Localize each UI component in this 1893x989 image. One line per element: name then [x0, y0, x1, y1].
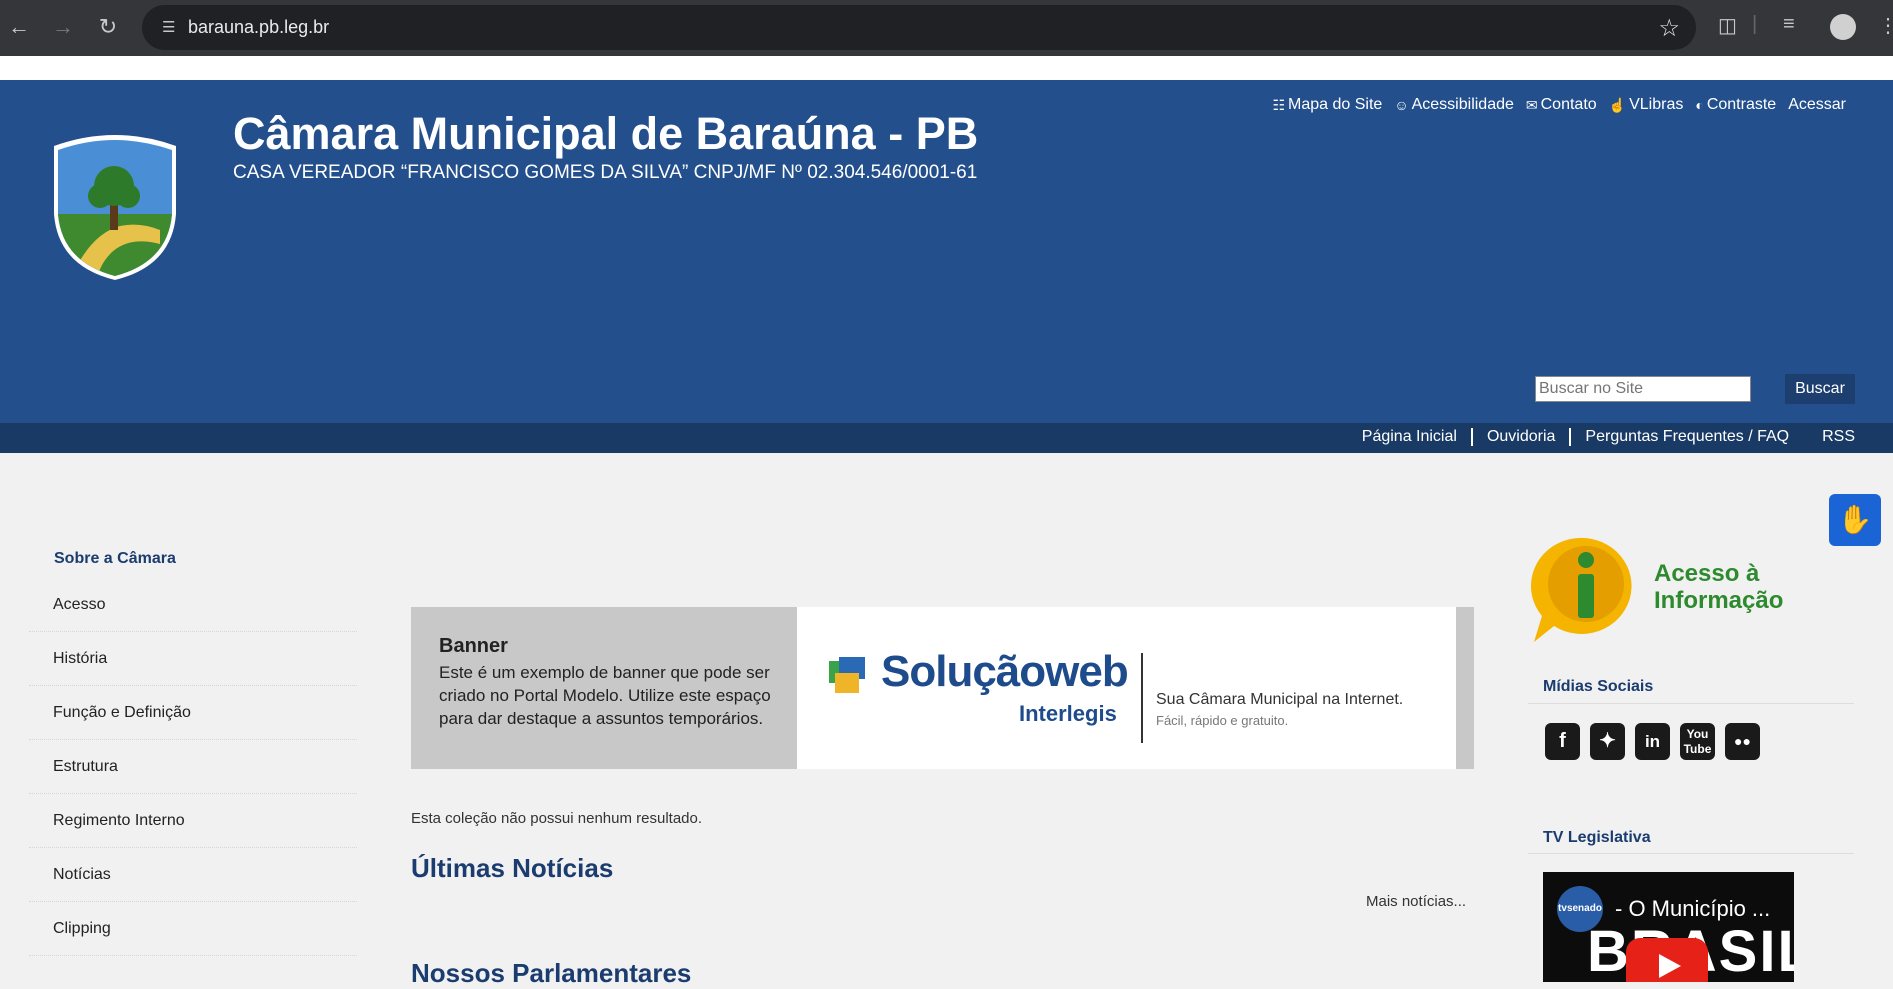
sign-language-hand-icon[interactable]: ✋ — [1829, 494, 1881, 546]
solucaoweb-logo-icon — [829, 657, 865, 693]
parliamentarians-heading: Nossos Parlamentares — [411, 958, 692, 988]
information-access-icon[interactable] — [1524, 534, 1634, 644]
search-button[interactable]: Buscar — [1785, 374, 1855, 404]
bookmark-star-icon[interactable]: ☆ — [1658, 14, 1680, 43]
sidebar-title: Sobre a Câmara — [54, 550, 176, 567]
banner-title: Banner — [439, 635, 508, 657]
solucaoweb-brand: Soluçãoweb — [881, 647, 1129, 696]
video-embed[interactable]: BRASIL tvsenado - O Município ... — [1543, 872, 1794, 982]
sidebar-item-estrutura[interactable]: Estrutura — [29, 740, 357, 794]
utility-links: ☷ Mapa do Site ☺ Acessibilidade ✉ Contato ☝… — [1272, 96, 1846, 114]
nav-faq-link[interactable]: Perguntas Frequentes / FAQ — [1585, 428, 1789, 446]
facebook-icon[interactable]: f — [1545, 723, 1580, 760]
empty-collection-message: Esta coleção não possui nenhum resultado… — [411, 810, 703, 827]
url-text[interactable]: barauna.pb.leg.br — [188, 17, 329, 38]
site-subtitle: CASA VEREADOR “FRANCISCO GOMES DA SILVA”… — [233, 162, 978, 183]
more-news-link[interactable]: Mais notícias... — [1366, 893, 1466, 910]
video-title[interactable]: - O Município ... — [1615, 896, 1770, 922]
sidebar-item-acesso[interactable]: Acesso — [29, 578, 357, 632]
twitter-icon[interactable]: ✦ — [1590, 723, 1625, 760]
social-media-title: Mídias Sociais — [1543, 678, 1654, 695]
sidebar-item-funcao[interactable]: Função e Definição — [29, 686, 357, 740]
social-media-links: f ✦ in You Tube ●● — [1545, 723, 1760, 760]
sidebar-item-clipping[interactable]: Clipping — [29, 902, 357, 956]
browser-toolbar: ← → ↻ ☰ barauna.pb.leg.br ☆ ◫ | ≡ ⋮ — [0, 0, 1893, 56]
contrast-icon: ◐ — [1695, 97, 1704, 113]
nav-rss-link[interactable]: RSS — [1822, 428, 1855, 446]
profile-avatar[interactable] — [1830, 14, 1856, 40]
youtube-icon[interactable]: You Tube — [1680, 723, 1715, 760]
back-arrow-icon[interactable]: ← — [4, 12, 34, 42]
tv-legislativa-title: TV Legislativa — [1543, 829, 1651, 846]
info-text-line2: Informação — [1654, 587, 1784, 614]
nav-divider — [1569, 428, 1572, 446]
banner-divider — [1141, 653, 1143, 743]
interlegis-brand: Interlegis — [1019, 701, 1117, 726]
thumbs-up-icon: ☝ — [1608, 96, 1627, 113]
browser-menu-icon[interactable]: ⋮ — [1878, 13, 1893, 38]
sidebar-item-noticias[interactable]: Notícias — [29, 848, 357, 902]
video-channel-avatar[interactable]: tvsenado — [1557, 886, 1603, 932]
contact-label: Contato — [1540, 96, 1597, 113]
flickr-icon[interactable]: ●● — [1725, 723, 1760, 760]
forward-arrow-icon[interactable]: → — [48, 12, 78, 42]
media-control-icon[interactable]: ≡ — [1783, 13, 1795, 36]
nav-divider — [1470, 428, 1473, 446]
sidebar-item-regimento[interactable]: Regimento Interno — [29, 794, 357, 848]
page-top-strip — [0, 56, 1893, 80]
envelope-icon: ✉ — [1525, 96, 1538, 113]
sitemap-label: Mapa do Site — [1288, 96, 1383, 113]
site-header: Câmara Municipal de Baraúna - PB CASA VE… — [0, 80, 1893, 423]
promo-banner[interactable]: Banner Este é um exemplo de banner que p… — [411, 607, 1474, 769]
contact-link[interactable]: ✉ Contato — [1526, 96, 1597, 114]
news-heading: Últimas Notícias — [411, 853, 614, 883]
address-bar[interactable]: ☰ barauna.pb.leg.br ☆ — [142, 5, 1696, 50]
banner-text-panel: Banner Este é um exemplo de banner que p… — [411, 607, 797, 769]
main-nav: Página Inicial Ouvidoria Perguntas Frequ… — [0, 423, 1893, 453]
accessibility-link[interactable]: ☺ Acessibilidade — [1394, 96, 1514, 114]
nav-home-link[interactable]: Página Inicial — [1362, 428, 1457, 446]
login-link[interactable]: Acessar — [1788, 96, 1846, 114]
sidebar-item-historia[interactable]: História — [29, 632, 357, 686]
sitemap-icon: ☷ — [1272, 96, 1286, 113]
banner-edge — [1456, 607, 1474, 769]
accessibility-label: Acessibilidade — [1411, 96, 1514, 113]
site-info-icon[interactable]: ☰ — [162, 18, 182, 38]
info-text-line1: Acesso à — [1654, 560, 1760, 587]
vlibras-label: VLibras — [1629, 96, 1684, 113]
banner-tagline-secondary: Fácil, rápido e gratuito. — [1156, 713, 1289, 728]
nav-ombudsman-link[interactable]: Ouvidoria — [1487, 428, 1555, 446]
reload-icon[interactable]: ↻ — [93, 12, 123, 42]
divider — [1528, 853, 1854, 854]
sitemap-link[interactable]: ☷ Mapa do Site — [1272, 96, 1382, 114]
linkedin-icon[interactable]: in — [1635, 723, 1670, 760]
accessibility-icon: ☺ — [1394, 97, 1409, 113]
site-title[interactable]: Câmara Municipal de Baraúna - PB — [233, 108, 978, 160]
banner-text: Este é um exemplo de banner que pode ser… — [439, 663, 771, 728]
login-label: Acessar — [1788, 96, 1846, 113]
information-access-label[interactable]: Acesso à Informação — [1654, 560, 1783, 614]
vlibras-link[interactable]: ☝ VLibras — [1609, 96, 1684, 114]
site-search-input[interactable] — [1535, 376, 1751, 402]
play-button-icon[interactable] — [1626, 938, 1708, 982]
divider — [1528, 703, 1854, 704]
contrast-link[interactable]: ◐ Contraste — [1695, 96, 1776, 114]
banner-tagline: Sua Câmara Municipal na Internet. — [1156, 691, 1404, 708]
contrast-label: Contraste — [1706, 96, 1777, 113]
toolbar-divider: | — [1752, 13, 1758, 35]
coat-of-arms-logo[interactable] — [50, 134, 180, 280]
sidebar-menu: Acesso História Função e Definição Estru… — [29, 578, 357, 956]
extensions-icon[interactable]: ◫ — [1718, 13, 1737, 38]
